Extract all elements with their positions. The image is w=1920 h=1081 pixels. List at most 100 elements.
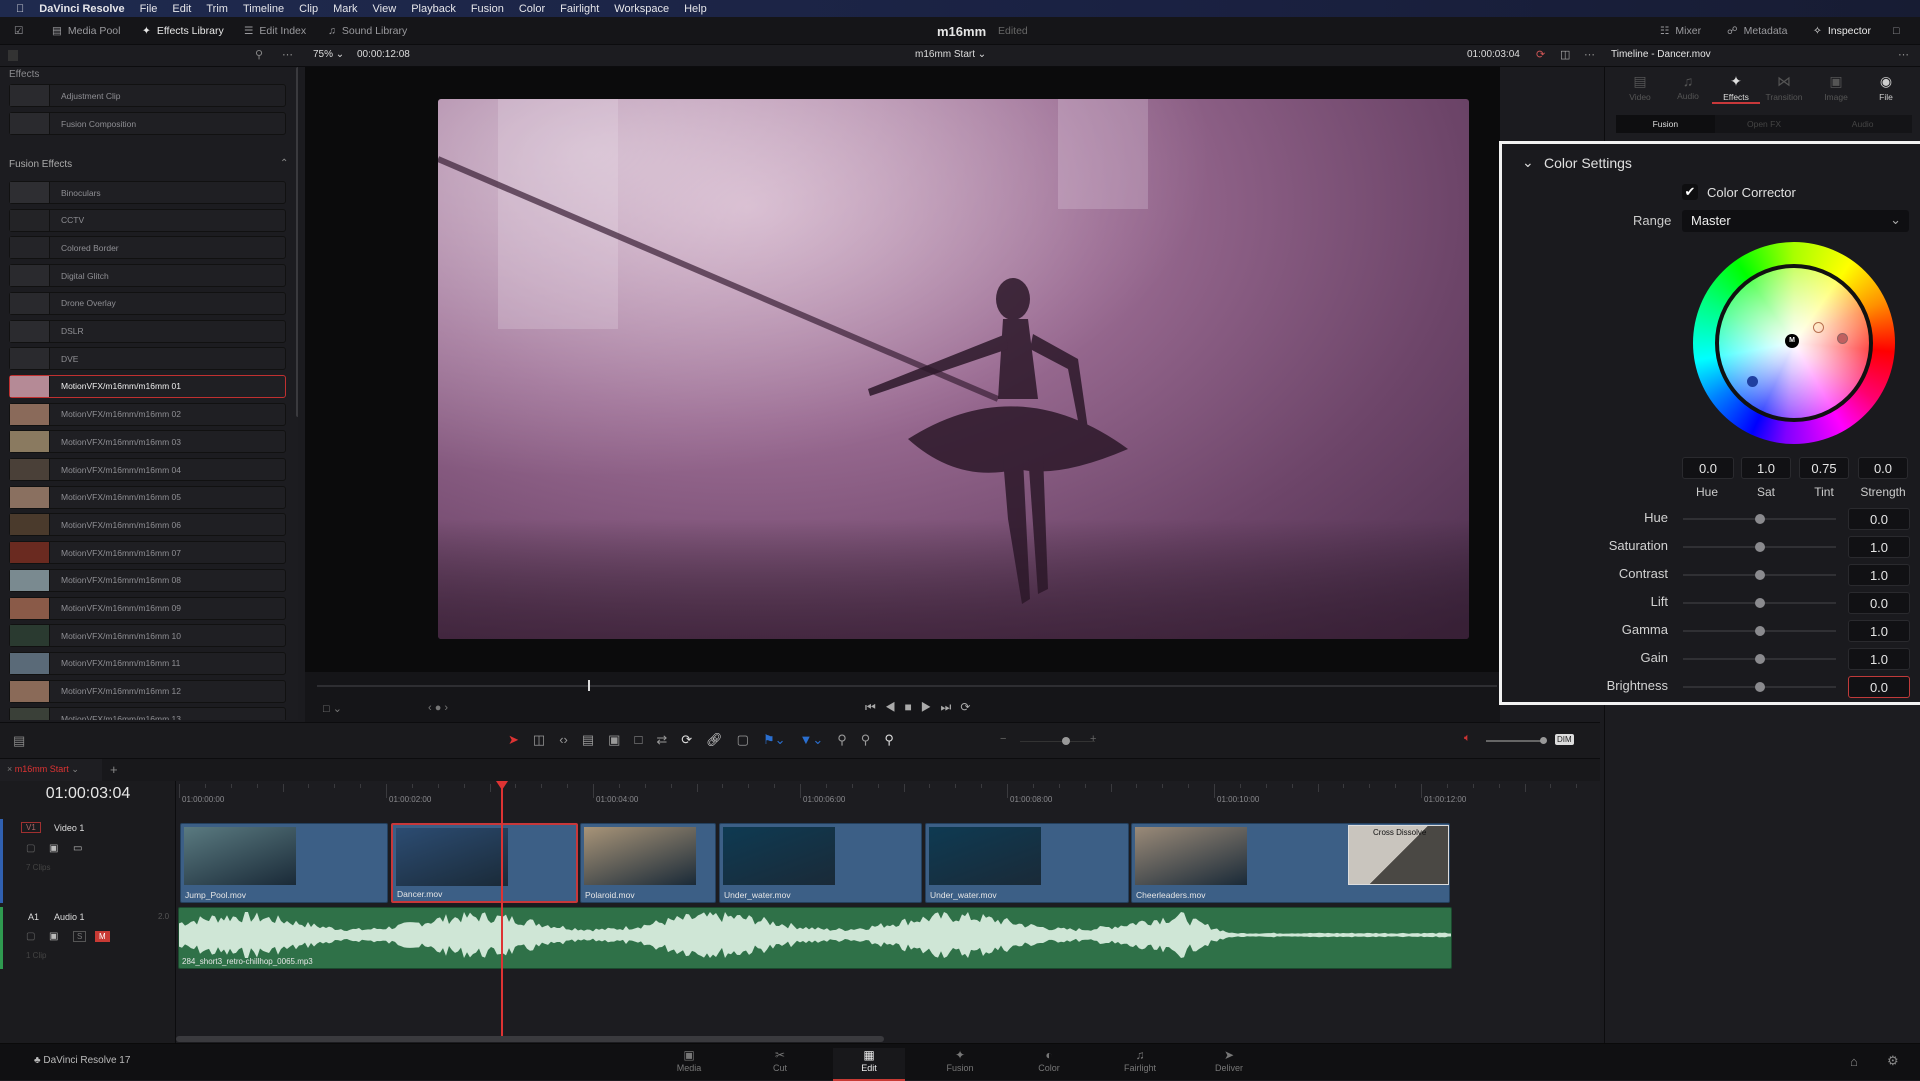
sidebar-toggle-icon[interactable] [8,50,18,61]
timeline-playhead[interactable] [496,781,508,1036]
page-deliver[interactable]: ➤ Deliver [1193,1048,1265,1073]
volume-slider[interactable] [1486,740,1544,742]
auto-select-icon[interactable]: ▣ [49,931,58,942]
wheel-sat-field[interactable]: 1.0 [1741,457,1791,479]
zoom-custom-icon[interactable]: ⚲ [884,732,894,748]
apple-icon[interactable]:  [16,3,24,15]
playback-sync-icon[interactable]: ⟳ [1536,48,1545,61]
contrast-field[interactable]: 1.0 [1848,564,1910,586]
fusion-effect-item[interactable]: MotionVFX/m16mm/m16mm 02 [9,402,286,426]
scrubber-playhead[interactable] [588,680,591,691]
page-fusion[interactable]: ✦ Fusion [924,1048,996,1073]
search-icon[interactable]: ⚲ [255,48,263,61]
fusion-effect-item[interactable]: MotionVFX/m16mm/m16mm 05 [9,485,286,509]
disable-track-icon[interactable]: ▭ [73,843,82,854]
jog-control-icon[interactable]: ‹ ● › [428,702,448,714]
gain-slider-thumb[interactable] [1755,654,1765,664]
zoom-slider-thumb[interactable] [1062,737,1070,745]
cross-dissolve-transition[interactable]: Cross Dissolve [1348,825,1449,885]
color-wheel[interactable]: M [1693,242,1895,444]
metadata-button[interactable]: ☍ Metadata [1727,17,1787,45]
timeline-zoom-slider[interactable] [1020,741,1095,742]
effect-adjustment-clip[interactable]: Adjustment Clip [9,84,286,107]
stop-icon[interactable]: ■ [905,700,921,714]
mute-speaker-icon[interactable]: 🔈︎ [1464,732,1471,745]
menu-file[interactable]: File [140,3,158,15]
snapping-icon[interactable]: ⟳ [681,732,692,748]
master-handle[interactable]: M [1785,334,1799,348]
zoom-out-icon[interactable]: − [1000,733,1006,745]
link-icon[interactable]: 🔗︎ [706,732,723,748]
v1-track-selector[interactable]: V1 [21,822,41,833]
home-icon[interactable]: ⌂ [1850,1054,1858,1069]
blade-tool-icon[interactable]: ▤ [582,732,594,748]
more-options-icon[interactable]: ⋯ [282,48,293,61]
effect-fusion-composition[interactable]: Fusion Composition [9,112,286,135]
timeline-scrollbar[interactable] [176,1036,884,1042]
timeline-name-dropdown[interactable]: m16mm Start ⌄ [915,49,986,60]
loop-icon[interactable]: ⟳ [960,700,979,714]
dual-viewer-icon[interactable]: ◫ [1560,48,1570,61]
edit-index-button[interactable]: ☰ Edit Index [244,17,306,45]
auto-select-icon[interactable]: ▣ [49,843,58,854]
fusion-effect-item[interactable]: MotionVFX/m16mm/m16mm 12 [9,679,286,703]
fullscreen-toggle-icon[interactable]: □ [1893,17,1899,45]
video-clip[interactable]: Polaroid.mov [580,823,716,903]
effects-library-button[interactable]: ✦ Effects Library [142,17,224,45]
viewer-layout-icon[interactable]: □ ⌄ [323,702,342,715]
fusion-effect-item[interactable]: CCTV [9,208,286,232]
viewer-scrubber[interactable] [317,685,1497,687]
panel-toggle-icon[interactable]: ☑ [14,17,23,45]
gamma-field[interactable]: 1.0 [1848,620,1910,642]
timeline-view-options-icon[interactable]: ▤ [13,733,25,749]
overwrite-clip-icon[interactable]: □ [634,732,642,748]
page-media[interactable]: ▣ Media [653,1048,725,1073]
tab-video[interactable]: ▤ Video [1616,73,1664,102]
menu-trim[interactable]: Trim [206,3,228,15]
inspector-button[interactable]: ✧ Inspector [1813,17,1871,45]
gain-field[interactable]: 1.0 [1848,648,1910,670]
collapse-chevron-icon[interactable]: ⌄ [1522,154,1534,171]
range-dropdown[interactable]: Master ⌄ [1682,210,1909,232]
fusion-effect-item[interactable]: Colored Border [9,236,286,260]
dynamic-trim-icon[interactable]: ‹› [559,732,568,748]
menu-fusion[interactable]: Fusion [471,3,504,15]
menu-workspace[interactable]: Workspace [614,3,669,15]
dim-button[interactable]: DIM [1555,734,1574,745]
tab-image[interactable]: ▣ Image [1812,73,1860,102]
fusion-effect-item[interactable]: MotionVFX/m16mm/m16mm 13 [9,707,286,720]
brightness-field[interactable]: 0.0 [1848,676,1910,698]
menu-edit[interactable]: Edit [172,3,191,15]
page-edit[interactable]: ▦ Edit [833,1048,905,1081]
inspector-options-icon[interactable]: ⋯ [1898,48,1909,61]
video-clip[interactable]: Under_water.mov [925,823,1129,903]
hue-field[interactable]: 0.0 [1848,508,1910,530]
lock-track-icon[interactable]: ▢ [26,843,35,854]
wheel-strength-field[interactable]: 0.0 [1858,457,1908,479]
mute-button[interactable]: M [95,931,110,942]
video-clip[interactable]: Under_water.mov [719,823,922,903]
fusion-effect-item[interactable]: Binoculars [9,181,286,204]
highlight-handle[interactable] [1813,322,1824,333]
fusion-effect-item[interactable]: MotionVFX/m16mm/m16mm 11 [9,651,286,675]
saturation-field[interactable]: 1.0 [1848,536,1910,558]
menu-clip[interactable]: Clip [299,3,318,15]
media-pool-button[interactable]: ▤ Media Pool [52,17,120,45]
effects-scrollbar[interactable] [296,67,298,417]
tab-audio[interactable]: ♫ Audio [1664,73,1712,101]
flag-icon[interactable]: ⚑⌄ [763,732,786,748]
sound-library-button[interactable]: ♫ Sound Library [328,17,407,45]
page-fairlight[interactable]: ♫ Fairlight [1104,1048,1176,1073]
midtone-handle[interactable] [1837,333,1848,344]
add-timeline-icon[interactable]: + [110,762,118,777]
zoom-full-icon[interactable]: ⚲ [837,732,847,748]
zoom-detail-icon[interactable]: ⚲ [861,732,871,748]
brightness-slider-thumb[interactable] [1755,682,1765,692]
menu-fairlight[interactable]: Fairlight [560,3,599,15]
trim-tool-icon[interactable]: ◫ [533,732,545,748]
skip-to-end-icon[interactable]: ⏭ [941,700,961,714]
fusion-effect-item[interactable]: MotionVFX/m16mm/m16mm 04 [9,458,286,481]
tab-transition[interactable]: ⋈ Transition [1760,73,1808,102]
settings-gear-icon[interactable]: ⚙ [1887,1053,1899,1069]
tab-file[interactable]: ◉ File [1862,73,1910,102]
